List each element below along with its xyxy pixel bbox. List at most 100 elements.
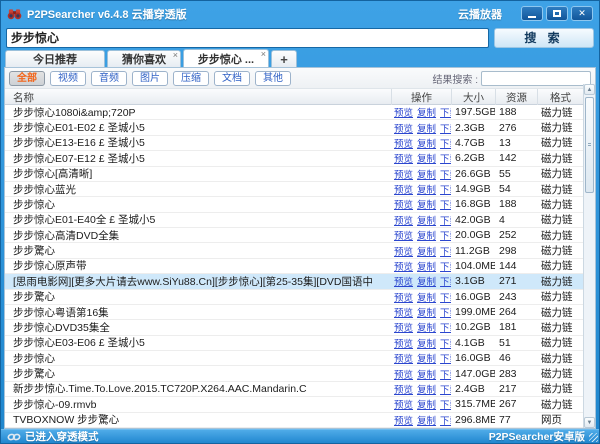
search-input[interactable]: [6, 28, 489, 48]
download-link[interactable]: 下载: [440, 413, 451, 427]
result-search-input[interactable]: [481, 71, 591, 86]
copy-link[interactable]: 复制: [417, 351, 436, 365]
download-link[interactable]: 下载: [440, 136, 451, 150]
preview-link[interactable]: 预览: [394, 136, 413, 150]
download-link[interactable]: 下载: [440, 244, 451, 258]
filter-all[interactable]: 全部: [9, 71, 45, 86]
filter-other[interactable]: 其他: [255, 71, 291, 86]
scrollbar-thumb[interactable]: [585, 97, 594, 193]
download-link[interactable]: 下载: [440, 121, 451, 135]
download-link[interactable]: 下载: [440, 397, 451, 411]
filter-audio[interactable]: 音频: [91, 71, 127, 86]
copy-link[interactable]: 复制: [417, 336, 436, 350]
column-header-actions[interactable]: 操作: [391, 89, 451, 105]
table-row[interactable]: 步步惊心E13-E16 £ 圣城小5预览复制下载4.7GB13磁力链: [5, 136, 595, 151]
preview-link[interactable]: 预览: [394, 228, 413, 242]
download-link[interactable]: 下载: [440, 213, 451, 227]
android-version-link[interactable]: P2PSearcher安卓版: [489, 429, 585, 444]
preview-link[interactable]: 预览: [394, 290, 413, 304]
preview-link[interactable]: 预览: [394, 367, 413, 381]
column-header-size[interactable]: 大小: [451, 89, 495, 105]
preview-link[interactable]: 预览: [394, 320, 413, 334]
copy-link[interactable]: 复制: [417, 305, 436, 319]
table-row[interactable]: 步步惊心预览复制下载16.0GB46磁力链: [5, 351, 595, 366]
preview-link[interactable]: 预览: [394, 336, 413, 350]
copy-link[interactable]: 复制: [417, 320, 436, 334]
copy-link[interactable]: 复制: [417, 197, 436, 211]
table-row[interactable]: [思雨电影网][更多大片请去www.SiYu88.Cn][步步惊心][第25-3…: [5, 274, 595, 289]
copy-link[interactable]: 复制: [417, 182, 436, 196]
filter-document[interactable]: 文档: [214, 71, 250, 86]
preview-link[interactable]: 预览: [394, 182, 413, 196]
column-header-resources[interactable]: 资源: [495, 89, 537, 105]
download-link[interactable]: 下载: [440, 290, 451, 304]
scroll-up-icon[interactable]: ▲: [584, 84, 595, 95]
table-row[interactable]: 步步惊心预览复制下载16.8GB188磁力链: [5, 197, 595, 212]
copy-link[interactable]: 复制: [417, 228, 436, 242]
filter-archive[interactable]: 压缩: [173, 71, 209, 86]
minimize-button[interactable]: [521, 6, 543, 21]
resize-grip[interactable]: [589, 433, 598, 442]
tab-today-recommend[interactable]: 今日推荐: [5, 50, 105, 67]
table-row[interactable]: 步步驚心预览复制下载11.2GB298磁力链: [5, 243, 595, 258]
copy-link[interactable]: 复制: [417, 167, 436, 181]
preview-link[interactable]: 预览: [394, 259, 413, 273]
table-row[interactable]: 步步惊心蓝光预览复制下载14.9GB54磁力链: [5, 182, 595, 197]
download-link[interactable]: 下载: [440, 336, 451, 350]
preview-link[interactable]: 预览: [394, 105, 413, 119]
copy-link[interactable]: 复制: [417, 105, 436, 119]
download-link[interactable]: 下载: [440, 259, 451, 273]
download-link[interactable]: 下载: [440, 197, 451, 211]
scroll-down-icon[interactable]: ▼: [584, 417, 595, 428]
copy-link[interactable]: 复制: [417, 290, 436, 304]
copy-link[interactable]: 复制: [417, 382, 436, 396]
column-header-name[interactable]: 名称: [5, 89, 391, 105]
copy-link[interactable]: 复制: [417, 274, 436, 288]
copy-link[interactable]: 复制: [417, 367, 436, 381]
copy-link[interactable]: 复制: [417, 413, 436, 427]
preview-link[interactable]: 预览: [394, 305, 413, 319]
table-row[interactable]: 步步惊心DVD35集全预览复制下载10.2GB181磁力链: [5, 320, 595, 335]
table-row[interactable]: 步步惊心E03-E06 £ 圣城小5预览复制下载4.1GB51磁力链: [5, 336, 595, 351]
table-row[interactable]: 步步惊心[高清晰]预览复制下载26.6GB55磁力链: [5, 167, 595, 182]
download-link[interactable]: 下载: [440, 167, 451, 181]
vertical-scrollbar[interactable]: ▲ ▼: [583, 84, 595, 428]
table-row[interactable]: 步步驚心预览复制下载147.0GB283磁力链: [5, 366, 595, 381]
preview-link[interactable]: 预览: [394, 151, 413, 165]
preview-link[interactable]: 预览: [394, 351, 413, 365]
filter-image[interactable]: 图片: [132, 71, 168, 86]
download-link[interactable]: 下载: [440, 151, 451, 165]
download-link[interactable]: 下载: [440, 228, 451, 242]
preview-link[interactable]: 预览: [394, 397, 413, 411]
copy-link[interactable]: 复制: [417, 121, 436, 135]
table-row[interactable]: 步步驚心预览复制下载16.0GB243磁力链: [5, 290, 595, 305]
preview-link[interactable]: 预览: [394, 121, 413, 135]
preview-link[interactable]: 预览: [394, 167, 413, 181]
copy-link[interactable]: 复制: [417, 244, 436, 258]
table-row[interactable]: 步步惊心E01-E40全 £ 圣城小5预览复制下载42.0GB4磁力链: [5, 213, 595, 228]
download-link[interactable]: 下载: [440, 320, 451, 334]
table-row[interactable]: 新步步惊心.Time.To.Love.2015.TC720P.X264.AAC.…: [5, 382, 595, 397]
copy-link[interactable]: 复制: [417, 151, 436, 165]
filter-video[interactable]: 视频: [50, 71, 86, 86]
copy-link[interactable]: 复制: [417, 397, 436, 411]
table-row[interactable]: 步步惊心-09.rmvb预览复制下载315.7MB267磁力链: [5, 397, 595, 412]
preview-link[interactable]: 预览: [394, 274, 413, 288]
table-row[interactable]: 步步惊心原声带预览复制下载104.0MB144磁力链: [5, 259, 595, 274]
download-link[interactable]: 下载: [440, 351, 451, 365]
preview-link[interactable]: 预览: [394, 213, 413, 227]
tab-guess-you-like[interactable]: 猜你喜欢 ×: [107, 50, 181, 67]
table-row[interactable]: 步步惊心1080i&amp;720P预览复制下载197.5GB188磁力链: [5, 105, 595, 120]
preview-link[interactable]: 预览: [394, 382, 413, 396]
preview-link[interactable]: 预览: [394, 244, 413, 258]
search-button[interactable]: 搜 索: [494, 28, 594, 48]
download-link[interactable]: 下载: [440, 367, 451, 381]
preview-link[interactable]: 预览: [394, 197, 413, 211]
tab-close-icon[interactable]: ×: [173, 51, 178, 60]
table-row[interactable]: 步步惊心高清DVD全集预览复制下载20.0GB252磁力链: [5, 228, 595, 243]
download-link[interactable]: 下载: [440, 182, 451, 196]
tab-search-results[interactable]: 步步惊心 ... ×: [183, 49, 269, 67]
copy-link[interactable]: 复制: [417, 136, 436, 150]
table-row[interactable]: 步步惊心E01-E02 £ 圣城小5预览复制下载2.3GB276磁力链: [5, 120, 595, 135]
copy-link[interactable]: 复制: [417, 259, 436, 273]
